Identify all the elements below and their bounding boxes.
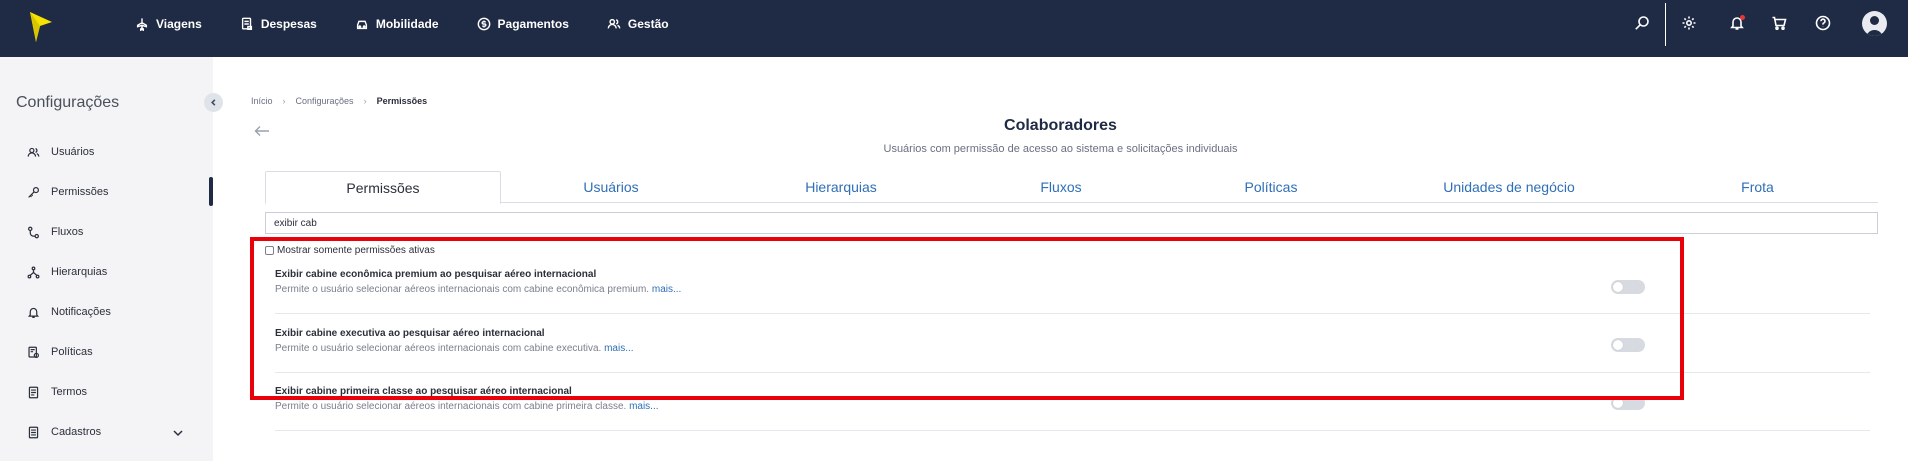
sidebar-item-label: Usuários xyxy=(51,146,95,158)
tab-permissoes[interactable]: Permissões xyxy=(265,171,501,204)
permission-toggle[interactable] xyxy=(1611,338,1645,352)
sidebar-item-permissoes[interactable]: Permissões xyxy=(26,185,108,199)
nav-despesas[interactable]: Despesas xyxy=(239,16,317,32)
hierarchy-icon xyxy=(26,265,40,279)
search-input[interactable] xyxy=(265,212,1878,234)
top-navigation-bar: Viagens Despesas Mobilidade Pagamentos G… xyxy=(0,0,1908,57)
active-only-filter[interactable]: Mostrar somente permissões ativas xyxy=(265,245,435,256)
nav-mobilidade-label: Mobilidade xyxy=(375,16,439,31)
sidebar-item-cadastros[interactable]: Cadastros xyxy=(26,425,101,439)
tab-unidades-de-negocio[interactable]: Unidades de negócio xyxy=(1381,171,1637,203)
policy-icon xyxy=(26,345,40,359)
permission-description-text: Permite o usuário selecionar aéreos inte… xyxy=(275,284,650,295)
receipt-icon xyxy=(239,16,255,32)
more-link[interactable]: mais... xyxy=(604,343,633,354)
bell-icon xyxy=(26,305,40,319)
document-icon xyxy=(26,385,40,399)
active-only-label: Mostrar somente permissões ativas xyxy=(277,245,435,256)
help-icon[interactable] xyxy=(1813,13,1833,33)
row-divider xyxy=(275,372,1870,373)
more-link[interactable]: mais... xyxy=(652,284,681,295)
permission-title: Exibir cabine econômica premium ao pesqu… xyxy=(275,269,597,280)
nav-despesas-label: Despesas xyxy=(260,16,317,31)
breadcrumb-permissoes: Permissões xyxy=(376,96,428,106)
nav-gestao-label: Gestão xyxy=(627,16,669,31)
breadcrumb: Início › Configurações › Permissões xyxy=(251,96,427,106)
car-icon xyxy=(354,16,370,32)
sidebar-item-label: Políticas xyxy=(51,346,93,358)
tab-frota[interactable]: Frota xyxy=(1637,171,1878,203)
toggle-knob xyxy=(1613,340,1623,350)
chevron-left-icon xyxy=(211,99,216,106)
search-icon[interactable] xyxy=(1632,13,1652,33)
sidebar-item-politicas[interactable]: Políticas xyxy=(26,345,93,359)
breadcrumb-configuracoes[interactable]: Configurações xyxy=(296,96,354,106)
flow-icon xyxy=(26,225,40,239)
toggle-knob xyxy=(1613,398,1623,408)
users-icon xyxy=(26,145,40,159)
permission-description-text: Permite o usuário selecionar aéreos inte… xyxy=(275,343,602,354)
key-icon xyxy=(26,185,40,199)
sidebar-item-hierarquias[interactable]: Hierarquias xyxy=(26,265,107,279)
page-subtitle: Usuários com permissão de acesso ao sist… xyxy=(883,143,1238,155)
tab-usuarios[interactable]: Usuários xyxy=(501,171,721,203)
active-only-checkbox[interactable] xyxy=(265,246,274,255)
collapse-sidebar-button[interactable] xyxy=(204,93,223,112)
avatar-icon[interactable] xyxy=(1862,11,1887,36)
tab-hierarquias[interactable]: Hierarquias xyxy=(721,171,961,203)
sidebar: Configurações Usuários Permissões Fluxos… xyxy=(0,57,213,461)
sidebar-item-label: Notificações xyxy=(51,306,111,318)
chevron-right-icon: › xyxy=(282,96,286,106)
nav-pagamentos-label: Pagamentos xyxy=(497,16,569,31)
sidebar-item-label: Cadastros xyxy=(51,426,102,438)
users-icon xyxy=(606,16,622,32)
sidebar-title: Configurações xyxy=(16,94,120,111)
notification-dot xyxy=(1740,15,1745,20)
folder-icon xyxy=(26,425,40,439)
logo-icon[interactable] xyxy=(28,10,54,44)
sidebar-item-label: Fluxos xyxy=(51,226,84,238)
sidebar-item-label: Termos xyxy=(51,386,88,398)
sidebar-item-label: Permissões xyxy=(51,186,109,198)
row-divider xyxy=(275,313,1870,314)
main-content: Início › Configurações › Permissões Cola… xyxy=(213,57,1908,461)
permission-toggle[interactable] xyxy=(1611,396,1645,410)
tab-fluxos[interactable]: Fluxos xyxy=(961,171,1161,203)
sidebar-item-notificacoes[interactable]: Notificações xyxy=(26,305,111,319)
permission-toggle[interactable] xyxy=(1611,280,1645,294)
tab-politicas[interactable]: Políticas xyxy=(1161,171,1381,203)
nav-gestao[interactable]: Gestão xyxy=(606,16,669,32)
sidebar-item-termos[interactable]: Termos xyxy=(26,385,87,399)
cart-icon[interactable] xyxy=(1769,13,1789,33)
highlight-box xyxy=(250,237,1684,400)
nav-divider xyxy=(1665,3,1666,46)
nav-viagens-label: Viagens xyxy=(156,16,202,31)
sidebar-item-fluxos[interactable]: Fluxos xyxy=(26,225,83,239)
bell-icon[interactable] xyxy=(1727,13,1747,33)
gear-icon[interactable] xyxy=(1679,13,1699,33)
chevron-down-icon[interactable] xyxy=(172,426,184,438)
breadcrumb-inicio[interactable]: Início xyxy=(251,96,273,106)
toggle-knob xyxy=(1613,282,1623,292)
page-title: Colaboradores xyxy=(1004,117,1117,134)
permission-description-text: Permite o usuário selecionar aéreos inte… xyxy=(275,401,627,412)
sidebar-item-usuarios[interactable]: Usuários xyxy=(26,145,94,159)
main-nav: Viagens Despesas Mobilidade Pagamentos G… xyxy=(134,0,706,47)
nav-mobilidade[interactable]: Mobilidade xyxy=(354,16,439,32)
more-link[interactable]: mais... xyxy=(629,401,658,412)
row-divider xyxy=(275,430,1870,431)
chevron-right-icon: › xyxy=(363,96,367,106)
sidebar-item-label: Hierarquias xyxy=(51,266,108,278)
dollar-icon xyxy=(476,16,492,32)
tabs: Permissões Usuários Hierarquias Fluxos P… xyxy=(265,171,1878,204)
nav-viagens[interactable]: Viagens xyxy=(134,16,202,32)
plane-icon xyxy=(134,16,150,32)
nav-pagamentos[interactable]: Pagamentos xyxy=(476,16,569,32)
